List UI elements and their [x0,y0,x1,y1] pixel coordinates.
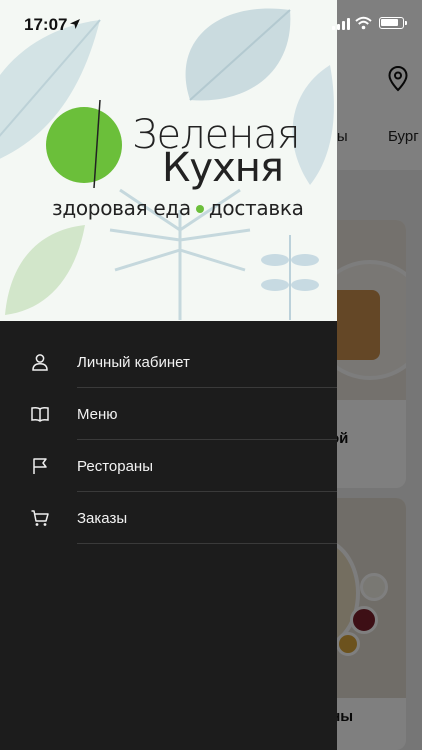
menu-item-label: Личный кабинет [77,354,190,371]
leaf-decoration [261,235,319,320]
leaf-decoration [5,225,85,315]
logo-title-line2: Кухня [162,145,284,191]
battery-icon [379,17,407,29]
tagline-left: здоровая еда [52,196,191,220]
menu-item-label: Заказы [77,510,128,527]
menu-item-orders[interactable]: Заказы [0,492,337,544]
status-time: 17:07 [24,15,68,34]
status-bar: 17:07 [0,0,422,48]
logo-tagline: здоровая еда доставка [52,196,304,220]
signal-icon [332,18,350,30]
menu-item-restaurants[interactable]: Рестораны [0,440,337,492]
cart-icon [31,510,49,526]
book-icon [31,406,49,422]
location-arrow-icon [70,19,80,29]
navigation-drawer: Зеленая Кухня здоровая еда доставка Личны… [0,0,337,750]
drawer-header: Зеленая Кухня здоровая еда доставка [0,0,337,321]
menu-item-label: Меню [77,406,118,423]
wifi-icon [355,16,372,30]
tagline-dot [195,204,204,213]
menu-item-profile[interactable]: Личный кабинет [0,336,337,388]
menu-item-label: Рестораны [77,458,153,475]
menu-item-menu[interactable]: Меню [0,388,337,440]
flag-icon [33,458,47,474]
divider [77,543,337,544]
drawer-menu: Личный кабинет Меню Рестораны Заказы [0,336,337,544]
user-icon [32,354,48,371]
tagline-right: доставка [208,196,304,220]
